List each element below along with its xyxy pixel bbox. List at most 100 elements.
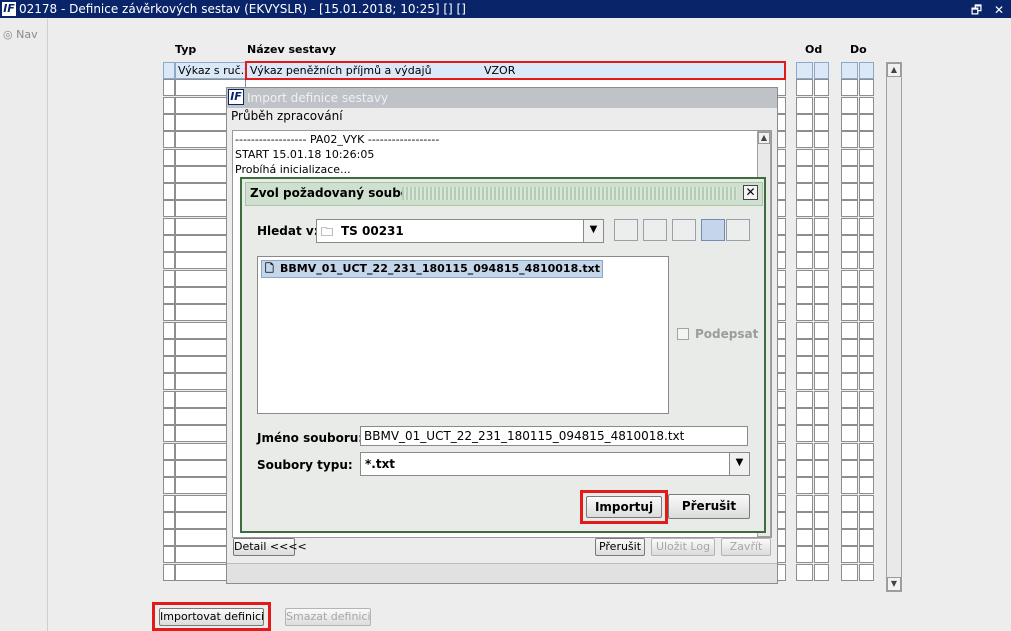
table-cell[interactable] bbox=[796, 408, 813, 425]
table-cell[interactable] bbox=[163, 304, 175, 322]
table-cell[interactable] bbox=[796, 96, 813, 114]
import-cancel-button[interactable]: Přerušit bbox=[595, 538, 645, 556]
table-cell[interactable] bbox=[814, 390, 829, 408]
table-cell[interactable] bbox=[796, 113, 813, 131]
table-cell[interactable] bbox=[859, 304, 874, 322]
table-cell[interactable] bbox=[859, 442, 874, 460]
table-cell[interactable] bbox=[163, 113, 175, 131]
table-cell[interactable] bbox=[796, 321, 813, 339]
table-cell[interactable] bbox=[859, 373, 874, 391]
table-cell[interactable] bbox=[841, 529, 858, 547]
table-cell[interactable] bbox=[796, 390, 813, 408]
table-cell[interactable] bbox=[859, 356, 874, 374]
table-cell[interactable] bbox=[841, 252, 858, 270]
table-cell[interactable] bbox=[841, 494, 858, 512]
table-cell[interactable] bbox=[859, 511, 874, 529]
table-cell[interactable] bbox=[841, 96, 858, 114]
table-cell[interactable] bbox=[814, 200, 829, 218]
detail-button[interactable]: Detail <<<< bbox=[233, 538, 307, 556]
table-cell[interactable] bbox=[859, 529, 874, 547]
table-cell[interactable] bbox=[814, 356, 829, 374]
table-cell[interactable] bbox=[163, 165, 175, 183]
table-cell[interactable] bbox=[814, 113, 829, 131]
table-cell[interactable] bbox=[163, 529, 175, 547]
filename-field[interactable]: BBMV_01_UCT_22_231_180115_094815_4810018… bbox=[360, 426, 748, 446]
table-cell[interactable] bbox=[814, 494, 829, 512]
look-in-combo[interactable]: 🗀 TS 00231 ▼ bbox=[316, 219, 604, 243]
table-cell[interactable] bbox=[814, 529, 829, 547]
row1-nazev-field[interactable]: Výkaz peněžních příjmů a výdajů VZOR bbox=[245, 61, 786, 80]
table-cell[interactable] bbox=[796, 235, 813, 252]
table-cell[interactable] bbox=[859, 425, 874, 443]
table-cell[interactable] bbox=[841, 408, 858, 425]
table-cell[interactable] bbox=[796, 563, 813, 581]
table-cell[interactable] bbox=[859, 252, 874, 270]
file-item[interactable]: 🗋 BBMV_01_UCT_22_231_180115_094815_48100… bbox=[261, 260, 604, 278]
table-cell[interactable] bbox=[859, 390, 874, 408]
sign-checkbox[interactable] bbox=[677, 328, 689, 340]
table-cell[interactable] bbox=[859, 477, 874, 495]
table-cell[interactable] bbox=[841, 563, 858, 581]
table-cell[interactable] bbox=[841, 200, 858, 218]
chevron-down-icon[interactable]: ▼ bbox=[583, 220, 603, 242]
table-cell[interactable] bbox=[163, 235, 175, 252]
chooser-cancel-button[interactable]: Přerušit bbox=[668, 494, 750, 519]
table-cell[interactable] bbox=[841, 338, 858, 356]
table-cell[interactable] bbox=[796, 269, 813, 287]
table-cell[interactable] bbox=[796, 131, 813, 149]
table-cell[interactable] bbox=[796, 546, 813, 564]
table-cell[interactable] bbox=[814, 131, 829, 149]
table-cell[interactable] bbox=[814, 183, 829, 201]
table-cell[interactable] bbox=[814, 321, 829, 339]
table-cell[interactable] bbox=[859, 546, 874, 564]
table-cell[interactable] bbox=[814, 217, 829, 235]
table-cell[interactable] bbox=[796, 494, 813, 512]
table-cell[interactable] bbox=[163, 200, 175, 218]
table-cell[interactable] bbox=[163, 425, 175, 443]
table-cell[interactable] bbox=[163, 442, 175, 460]
table-cell[interactable] bbox=[859, 217, 874, 235]
table-cell[interactable] bbox=[859, 200, 874, 218]
filetype-combo[interactable]: *.txt ▼ bbox=[360, 452, 750, 476]
import-definition-button[interactable]: Importovat definici bbox=[159, 608, 264, 626]
table-cell[interactable] bbox=[796, 511, 813, 529]
table-cell[interactable] bbox=[859, 79, 874, 97]
table-cell[interactable] bbox=[814, 563, 829, 581]
delete-definition-button[interactable]: Smazat definici bbox=[285, 608, 371, 626]
table-cell[interactable] bbox=[859, 62, 874, 79]
table-cell[interactable] bbox=[163, 79, 175, 97]
scroll-up-icon[interactable]: ▲ bbox=[887, 63, 901, 77]
table-cell[interactable] bbox=[841, 62, 858, 79]
row1-typ[interactable]: Výkaz s ruč.v bbox=[175, 62, 246, 79]
table-cell[interactable] bbox=[163, 477, 175, 495]
table-cell[interactable] bbox=[841, 131, 858, 149]
table-cell[interactable] bbox=[859, 113, 874, 131]
table-cell[interactable] bbox=[841, 390, 858, 408]
scroll-down-icon[interactable]: ▼ bbox=[887, 577, 901, 591]
table-cell[interactable] bbox=[814, 286, 829, 304]
new-folder-icon[interactable] bbox=[672, 219, 696, 241]
table-cell[interactable] bbox=[859, 494, 874, 512]
importuj-button[interactable]: Importuj bbox=[586, 496, 662, 518]
table-cell[interactable] bbox=[796, 304, 813, 322]
table-cell[interactable] bbox=[796, 79, 813, 97]
table-cell[interactable] bbox=[163, 286, 175, 304]
table-cell[interactable] bbox=[163, 373, 175, 391]
table-cell[interactable] bbox=[796, 217, 813, 235]
table-cell[interactable] bbox=[814, 148, 829, 166]
table-cell[interactable] bbox=[841, 148, 858, 166]
table-cell[interactable] bbox=[841, 304, 858, 322]
table-cell[interactable] bbox=[163, 338, 175, 356]
table-cell[interactable] bbox=[841, 165, 858, 183]
table-cell[interactable] bbox=[814, 546, 829, 564]
table-cell[interactable] bbox=[796, 459, 813, 477]
up-folder-icon[interactable] bbox=[614, 219, 638, 241]
table-cell[interactable] bbox=[163, 408, 175, 425]
table-cell[interactable] bbox=[841, 356, 858, 374]
table-cell[interactable] bbox=[814, 252, 829, 270]
table-cell[interactable] bbox=[859, 286, 874, 304]
table-cell[interactable] bbox=[796, 373, 813, 391]
table-cell[interactable] bbox=[841, 442, 858, 460]
table-cell[interactable] bbox=[841, 183, 858, 201]
table-cell[interactable] bbox=[841, 113, 858, 131]
